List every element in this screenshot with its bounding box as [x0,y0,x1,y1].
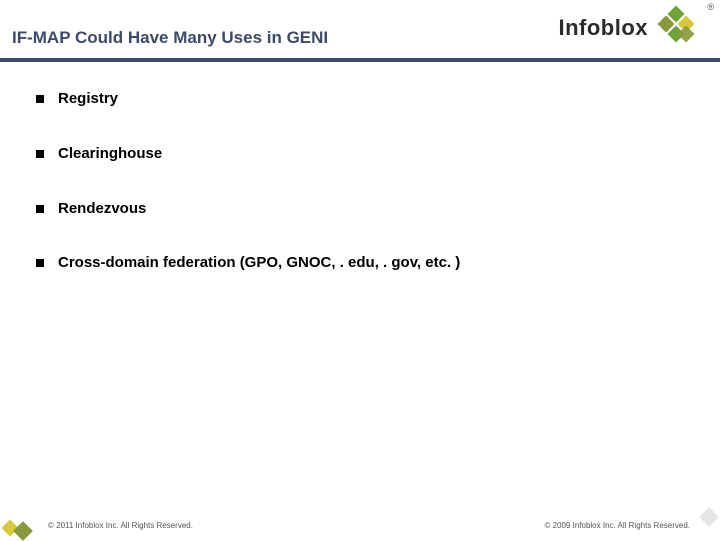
bullet-icon [36,205,44,213]
bullet-text: Cross-domain federation (GPO, GNOC, . ed… [58,254,460,273]
registered-mark: ® [707,2,714,12]
bullet-icon [36,95,44,103]
list-item: Rendezvous [36,200,690,219]
bullet-text: Registry [58,90,118,109]
bullet-text: Rendezvous [58,200,146,219]
list-item: Clearinghouse [36,145,690,164]
logo-text: Infoblox [558,15,648,41]
slide-title: IF-MAP Could Have Many Uses in GENI [12,28,328,48]
slide-body: Registry Clearinghouse Rendezvous Cross-… [36,90,690,309]
copyright-left: © 2011 Infoblox Inc. All Rights Reserved… [48,521,193,530]
diamond-cluster-icon [654,6,698,50]
bullet-icon [36,259,44,267]
company-logo: Infoblox [558,6,698,50]
list-item: Registry [36,90,690,109]
slide-header: IF-MAP Could Have Many Uses in GENI Info… [0,0,720,58]
copyright-right: © 2009 Infoblox Inc. All Rights Reserved… [544,521,690,530]
slide-footer: © 2011 Infoblox Inc. All Rights Reserved… [0,521,720,530]
bullet-text: Clearinghouse [58,145,162,164]
list-item: Cross-domain federation (GPO, GNOC, . ed… [36,254,690,273]
header-divider [0,58,720,62]
bullet-icon [36,150,44,158]
